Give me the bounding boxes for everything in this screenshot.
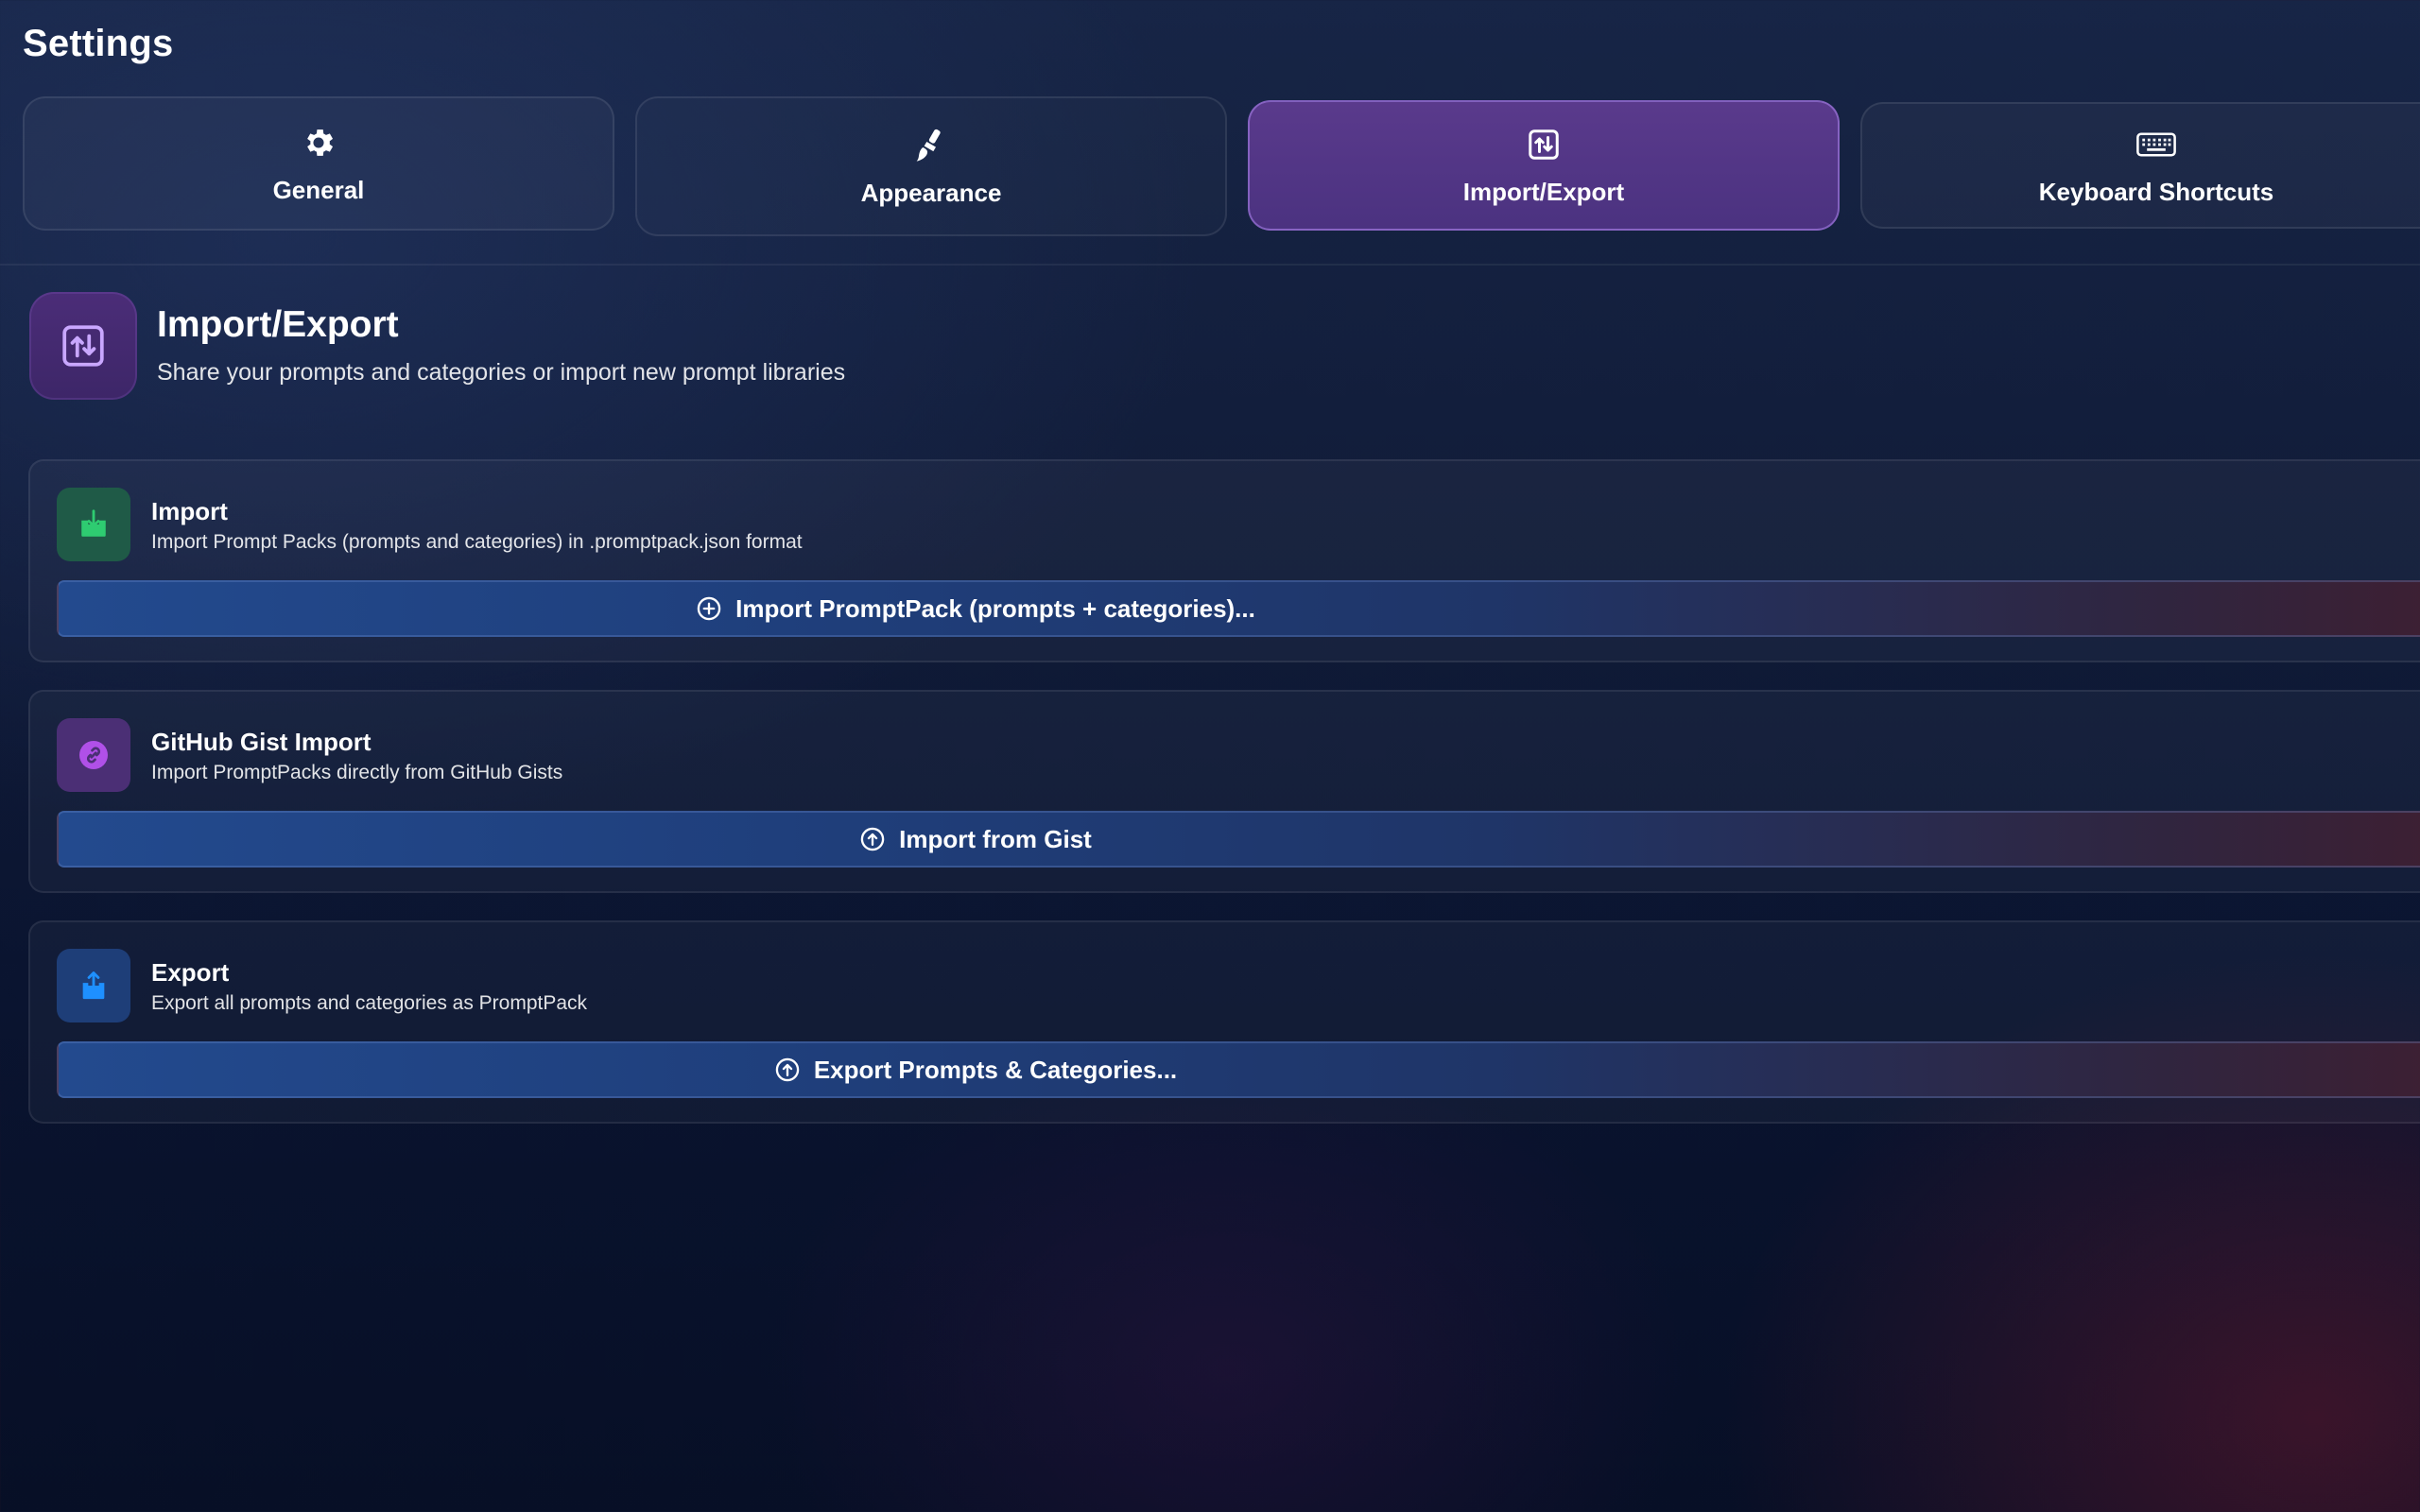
tab-label: Keyboard Shortcuts (2038, 177, 2274, 206)
gist-import-card: GitHub Gist Import Import PromptPacks di… (28, 690, 2420, 893)
tray-download-icon (57, 488, 130, 561)
gear-icon (299, 123, 338, 163)
import-promptpack-button[interactable]: Import PromptPack (prompts + categories)… (57, 580, 2420, 637)
keyboard-icon (2136, 125, 2176, 164)
settings-tab-bar: General Appearance Import/Export Keyboar… (23, 96, 2420, 236)
button-label: Export Prompts & Categories... (813, 1055, 1178, 1084)
link-icon (57, 718, 130, 792)
import-export-icon (1524, 125, 1564, 164)
share-upload-icon (57, 949, 130, 1022)
import-export-icon (29, 292, 137, 400)
button-label: Import PromptPack (prompts + categories)… (735, 593, 1255, 623)
tab-label: General (272, 175, 365, 204)
export-prompts-button[interactable]: Export Prompts & Categories... (57, 1041, 2420, 1098)
tab-keyboard-shortcuts[interactable]: Keyboard Shortcuts (1860, 102, 2420, 229)
card-title: Import (151, 497, 228, 525)
tab-label: Import/Export (1462, 177, 1625, 206)
tab-appearance[interactable]: Appearance (635, 96, 1227, 236)
section-subtitle: Share your prompts and categories or imp… (157, 359, 846, 386)
tab-label: Appearance (860, 178, 1002, 207)
plus-circle-icon (696, 595, 722, 622)
import-card: Import Import Prompt Packs (prompts and … (28, 459, 2420, 662)
card-title: GitHub Gist Import (151, 728, 372, 756)
card-description: Import Prompt Packs (prompts and categor… (151, 531, 803, 553)
import-from-gist-button[interactable]: Import from Gist (57, 811, 2420, 868)
card-description: Import PromptPacks directly from GitHub … (151, 762, 563, 783)
page-title: Settings (23, 23, 174, 64)
tab-import-export[interactable]: Import/Export (1248, 100, 1840, 231)
card-title: Export (151, 958, 230, 987)
button-label: Import from Gist (899, 824, 1092, 853)
header-divider (0, 264, 2420, 266)
card-description: Export all prompts and categories as Pro… (151, 992, 588, 1014)
tab-general[interactable]: General (23, 96, 614, 231)
paintbrush-icon (911, 126, 951, 165)
arrow-up-circle-icon (774, 1057, 801, 1083)
section-title: Import/Export (157, 304, 399, 345)
export-card: Export Export all prompts and categories… (28, 920, 2420, 1124)
arrow-up-circle-icon (859, 826, 886, 852)
